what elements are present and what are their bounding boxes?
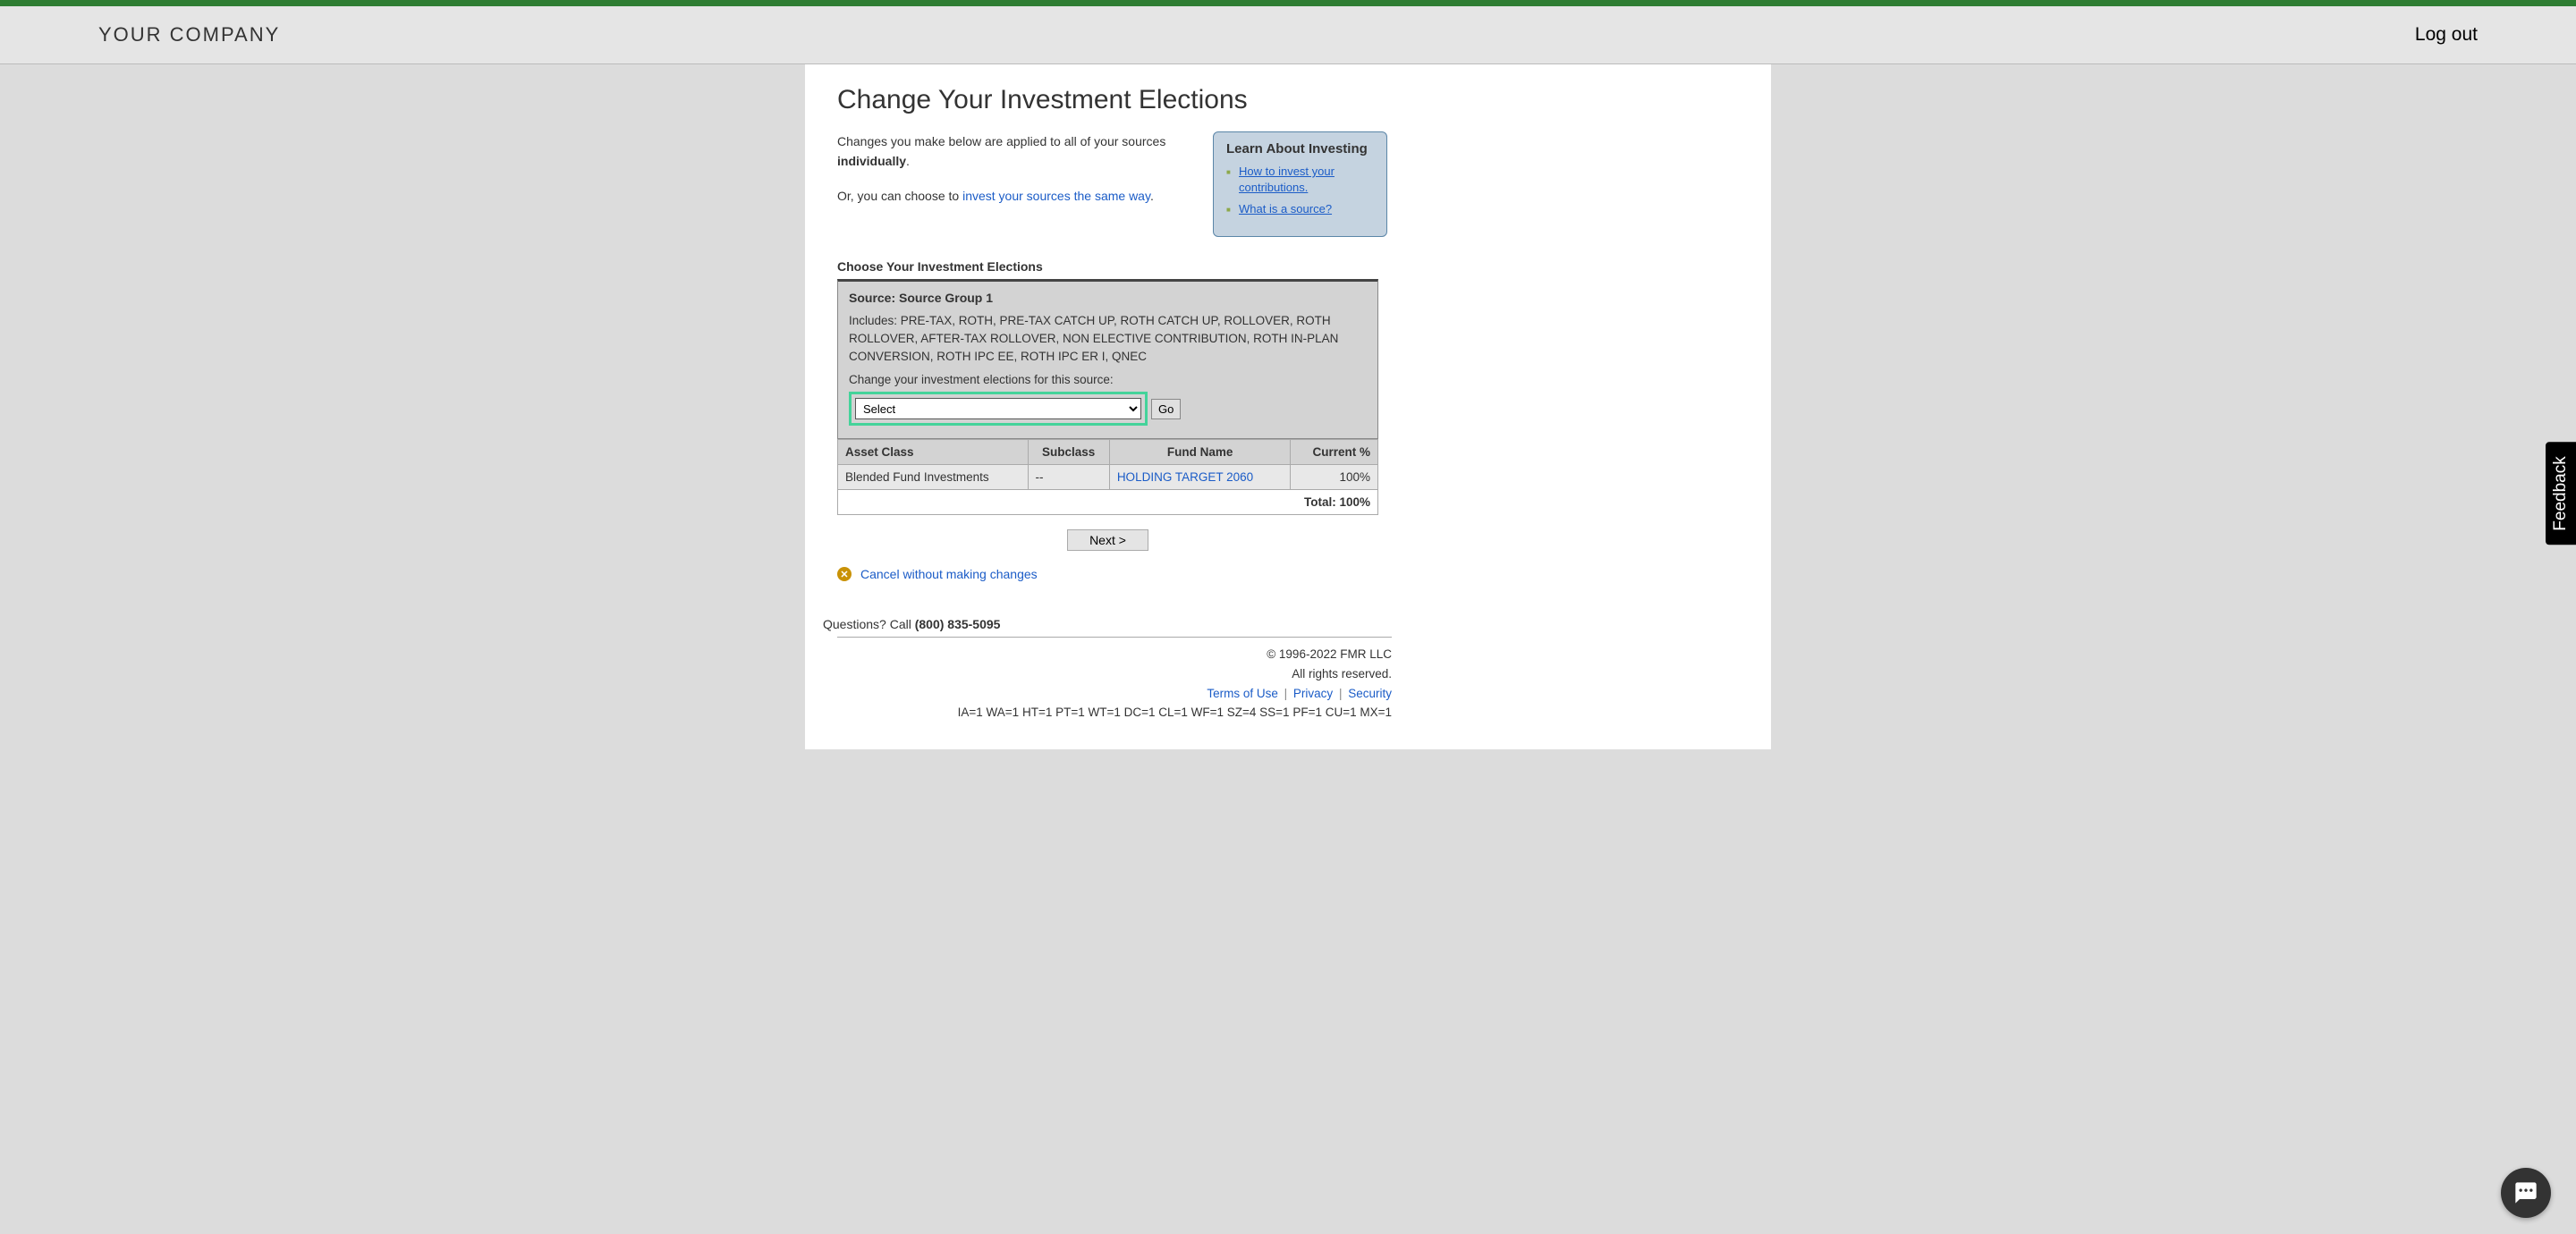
fund-table: Asset Class Subclass Fund Name Current %… [837, 439, 1378, 515]
footer-separator: | [1339, 687, 1343, 700]
intro-text: Changes you make below are applied to al… [837, 131, 1186, 237]
chat-button[interactable] [2501, 1168, 2551, 1218]
table-total-row: Total: 100% [838, 490, 1378, 515]
cell-asset-class: Blended Fund Investments [838, 465, 1029, 490]
go-button[interactable]: Go [1151, 399, 1181, 419]
source-select[interactable]: Select [855, 398, 1141, 419]
cancel-icon: ✕ [837, 567, 852, 581]
total-cell: Total: 100% [838, 490, 1378, 515]
footer-divider [837, 637, 1392, 638]
cell-current-pct: 100% [1291, 465, 1378, 490]
next-button[interactable]: Next > [1067, 529, 1148, 551]
th-current-pct: Current % [1291, 440, 1378, 465]
learn-title: Learn About Investing [1226, 141, 1374, 156]
rights-reserved: All rights reserved. [837, 664, 1392, 684]
select-highlight: Select [849, 392, 1148, 426]
intro-bold: individually [837, 154, 906, 168]
copyright: © 1996-2022 FMR LLC [837, 645, 1392, 664]
alt-prefix: Or, you can choose to [837, 189, 962, 203]
debug-line: IA=1 WA=1 HT=1 PT=1 WT=1 DC=1 CL=1 WF=1 … [837, 703, 1392, 723]
learn-link-how-invest[interactable]: How to invest your contributions. [1239, 165, 1335, 194]
section-label: Choose Your Investment Elections [837, 259, 1739, 274]
footer-separator: | [1284, 687, 1288, 700]
company-logo: YOUR COMPANY [98, 23, 280, 46]
logout-link[interactable]: Log out [2415, 24, 2478, 46]
table-row: Blended Fund Investments -- HOLDING TARG… [838, 465, 1378, 490]
intro-suffix: . [906, 154, 910, 168]
feedback-tab[interactable]: Feedback [2546, 442, 2576, 545]
top-accent-bar [0, 0, 2576, 6]
phone-number: (800) 835-5095 [915, 617, 1001, 631]
learn-link-what-source[interactable]: What is a source? [1239, 202, 1332, 216]
feedback-label: Feedback [2551, 456, 2571, 530]
th-fund-name: Fund Name [1109, 440, 1291, 465]
footer: Questions? Call (800) 835-5095 © 1996-20… [837, 617, 1392, 722]
intro-prefix: Changes you make below are applied to al… [837, 134, 1165, 148]
invest-same-way-link[interactable]: invest your sources the same way [962, 189, 1150, 203]
th-subclass: Subclass [1028, 440, 1109, 465]
fund-link[interactable]: HOLDING TARGET 2060 [1117, 470, 1253, 484]
source-group-box: Source: Source Group 1 Includes: PRE-TAX… [837, 279, 1378, 440]
questions-prefix: Questions? Call [823, 617, 915, 631]
source-includes: Includes: PRE-TAX, ROTH, PRE-TAX CATCH U… [849, 312, 1367, 367]
terms-link[interactable]: Terms of Use [1207, 687, 1278, 700]
alt-suffix: . [1150, 189, 1154, 203]
content-column: Change Your Investment Elections Changes… [805, 64, 1771, 749]
intro-row: Changes you make below are applied to al… [837, 131, 1739, 237]
change-label: Change your investment elections for thi… [849, 373, 1367, 386]
security-link[interactable]: Security [1348, 687, 1392, 700]
cancel-link[interactable]: Cancel without making changes [860, 567, 1038, 581]
main-area: Change Your Investment Elections Changes… [0, 64, 2576, 749]
cell-subclass: -- [1028, 465, 1109, 490]
source-label: Source: Source Group 1 [849, 291, 1367, 305]
page-title: Change Your Investment Elections [837, 85, 1739, 115]
privacy-link[interactable]: Privacy [1293, 687, 1333, 700]
th-asset-class: Asset Class [838, 440, 1029, 465]
learn-about-investing-box: Learn About Investing How to invest your… [1213, 131, 1387, 237]
top-header: YOUR COMPANY Log out [0, 6, 2576, 64]
chat-icon [2513, 1180, 2538, 1205]
